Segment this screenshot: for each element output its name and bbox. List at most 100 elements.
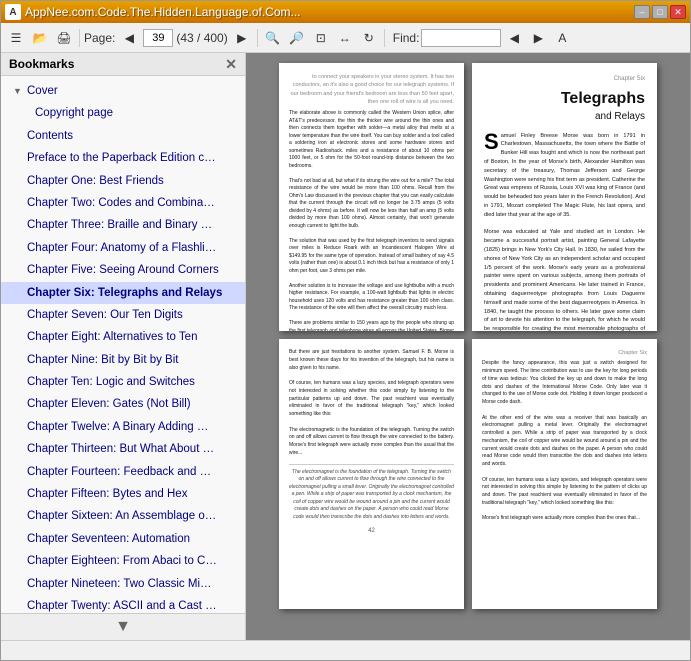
bookmark-ch5[interactable]: Chapter Five: Seeing Around Corners (1, 259, 245, 281)
find-label: Find: (393, 31, 420, 45)
bookmark-label: Chapter One: Best Friends (27, 172, 164, 190)
drop-cap: S (484, 132, 499, 152)
page-header-left: to connect your speakers in your stereo … (289, 73, 454, 106)
app-icon: A (5, 4, 21, 20)
maximize-button[interactable]: □ (652, 5, 668, 19)
bookmark-label: Chapter Ten: Logic and Switches (27, 373, 195, 391)
window-controls: – □ ✕ (634, 5, 686, 19)
bookmarks-close-button[interactable]: ✕ (225, 57, 237, 71)
bookmark-label: Chapter Four: Anatomy of a Flashligh... (27, 239, 217, 257)
bookmark-ch19[interactable]: Chapter Nineteen: Two Classic Micro... (1, 573, 245, 595)
bottom-right-body: Despite the fancy appearance, this was j… (482, 360, 647, 523)
bookmarks-header: Bookmarks ✕ (1, 53, 245, 76)
bookmark-ch9[interactable]: Chapter Nine: Bit by Bit by Bit (1, 349, 245, 371)
page-total: (43 / 400) (176, 31, 227, 45)
bookmark-preface[interactable]: Preface to the Paperback Edition code (k… (1, 147, 245, 169)
bookmark-contents[interactable]: Contents (1, 125, 245, 147)
bookmark-label: Preface to the Paperback Edition code (k… (27, 149, 217, 167)
status-bar (1, 640, 690, 660)
zoom-in-button[interactable]: 🔎 (286, 27, 308, 49)
pdf-page-bottom-right: Chapter Six Despite the fancy appearance… (472, 339, 657, 609)
close-button[interactable]: ✕ (670, 5, 686, 19)
chapter-number-label: Chapter Six (484, 75, 645, 84)
bookmark-label: Chapter Fourteen: Feedback and Flip... (27, 463, 217, 481)
fit-width-button[interactable]: ↔ (334, 27, 356, 49)
open-button[interactable]: 📂 (29, 27, 51, 49)
figure-caption: The electromagnet is the foundation of t… (289, 469, 454, 522)
pdf-page-left: to connect your speakers in your stereo … (279, 63, 464, 331)
print-button[interactable]: 🖨 (53, 27, 75, 49)
separator-2 (257, 29, 258, 47)
bookmark-ch3[interactable]: Chapter Three: Braille and Binary Co... (1, 214, 245, 236)
bookmark-ch7[interactable]: Chapter Seven: Our Ten Digits (1, 304, 245, 326)
bookmark-label: Chapter Nineteen: Two Classic Micro... (27, 575, 217, 593)
separator-3 (384, 29, 385, 47)
bookmark-ch18[interactable]: Chapter Eighteen: From Abaci to Chi... (1, 550, 245, 572)
bookmark-cover[interactable]: ▼ Cover (1, 80, 245, 102)
window-title: AppNee.com.Code.The.Hidden.Language.of.C… (25, 5, 301, 19)
title-bar-left: A AppNee.com.Code.The.Hidden.Language.of… (5, 4, 301, 20)
bookmark-label: Chapter Thirteen: But What About Su... (27, 440, 217, 458)
bookmark-ch2[interactable]: Chapter Two: Codes and Combinatio... (1, 192, 245, 214)
bottom-left-body: But there are just hesitations to anothe… (289, 349, 454, 458)
minimize-button[interactable]: – (634, 5, 650, 19)
main-area: Bookmarks ✕ ▼ Cover Copyright page Conte… (1, 53, 690, 640)
bookmark-ch11[interactable]: Chapter Eleven: Gates (Not Bill) (1, 393, 245, 415)
bookmark-label: Chapter Three: Braille and Binary Co... (27, 216, 217, 234)
bookmark-ch14[interactable]: Chapter Fourteen: Feedback and Flip... (1, 461, 245, 483)
page-navigation: Page: ◀ (43 / 400) ▶ (84, 27, 253, 49)
bookmark-ch4[interactable]: Chapter Four: Anatomy of a Flashligh... (1, 237, 245, 259)
bookmarks-title: Bookmarks (9, 57, 74, 71)
zoom-out-button[interactable]: 🔍 (262, 27, 284, 49)
find-prev-button[interactable]: ◀ (503, 27, 525, 49)
application-window: A AppNee.com.Code.The.Hidden.Language.of… (0, 0, 691, 661)
bookmarks-list[interactable]: ▼ Cover Copyright page Contents Preface … (1, 76, 245, 613)
bookmark-ch16[interactable]: Chapter Sixteen: An Assemblage of M... (1, 505, 245, 527)
bookmark-ch1[interactable]: Chapter One: Best Friends (1, 170, 245, 192)
page-spread-bottom: But there are just hesitations to anothe… (279, 339, 657, 609)
text-select-button[interactable]: A (551, 27, 573, 49)
menu-button[interactable]: ☰ (5, 27, 27, 49)
pdf-viewer[interactable]: to connect your speakers in your stereo … (246, 53, 690, 640)
bookmark-ch10[interactable]: Chapter Ten: Logic and Switches (1, 371, 245, 393)
toolbar: ☰ 📂 🖨 Page: ◀ (43 / 400) ▶ 🔍 🔎 ⊡ ↔ ↻ Fin… (1, 23, 690, 53)
bookmark-ch17[interactable]: Chapter Seventeen: Automation (1, 528, 245, 550)
bookmark-label: Chapter Nine: Bit by Bit by Bit (27, 351, 178, 369)
bookmark-label: Chapter Five: Seeing Around Corners (27, 261, 219, 279)
scroll-down-button[interactable]: ▼ (1, 613, 245, 640)
figure-area: The electromagnet is the foundation of t… (289, 464, 454, 522)
chapter-title: Telegraphs (484, 90, 645, 108)
bookmark-ch20[interactable]: Chapter Twenty: ASCII and a Cast of ... (1, 595, 245, 613)
bookmark-ch12[interactable]: Chapter Twelve: A Binary Adding Ma... (1, 416, 245, 438)
bookmark-label: Chapter Eight: Alternatives to Ten (27, 328, 197, 346)
title-bar: A AppNee.com.Code.The.Hidden.Language.of… (1, 1, 690, 23)
next-page-button[interactable]: ▶ (231, 27, 253, 49)
bookmark-copyright[interactable]: Copyright page (1, 102, 245, 124)
find-next-button[interactable]: ▶ (527, 27, 549, 49)
bookmark-label: Chapter Sixteen: An Assemblage of M... (27, 507, 217, 525)
bookmark-label: Chapter Twelve: A Binary Adding Ma... (27, 418, 217, 436)
separator-1 (79, 29, 80, 47)
bookmark-ch8[interactable]: Chapter Eight: Alternatives to Ten (1, 326, 245, 348)
bookmark-label: Contents (27, 127, 73, 145)
bookmark-label: Chapter Twenty: ASCII and a Cast of ... (27, 597, 217, 613)
prev-page-button[interactable]: ◀ (118, 27, 140, 49)
fit-page-button[interactable]: ⊡ (310, 27, 332, 49)
bookmark-label: Chapter Seven: Our Ten Digits (27, 306, 183, 324)
find-input[interactable] (421, 29, 501, 47)
page-label: Page: (84, 31, 115, 45)
bookmark-label: Chapter Eighteen: From Abaci to Chi... (27, 552, 217, 570)
bookmark-label: Copyright page (35, 104, 113, 122)
bookmark-ch15[interactable]: Chapter Fifteen: Bytes and Hex (1, 483, 245, 505)
bookmark-label: Chapter Two: Codes and Combinatio... (27, 194, 217, 212)
chapter-subtitle: and Relays (484, 109, 645, 124)
chapter-title-area: Telegraphs and Relays (484, 90, 645, 124)
pdf-page-bottom-left: But there are just hesitations to anothe… (279, 339, 464, 609)
bookmark-label: Chapter Eleven: Gates (Not Bill) (27, 395, 191, 413)
pdf-page-right: Chapter Six Telegraphs and Relays Samuel… (472, 63, 657, 331)
bookmark-ch13[interactable]: Chapter Thirteen: But What About Su... (1, 438, 245, 460)
bookmark-ch6[interactable]: Chapter Six: Telegraphs and Relays (1, 282, 245, 304)
page-num-42: 42 (289, 527, 454, 536)
rotate-button[interactable]: ↻ (358, 27, 380, 49)
page-input[interactable] (143, 29, 173, 47)
